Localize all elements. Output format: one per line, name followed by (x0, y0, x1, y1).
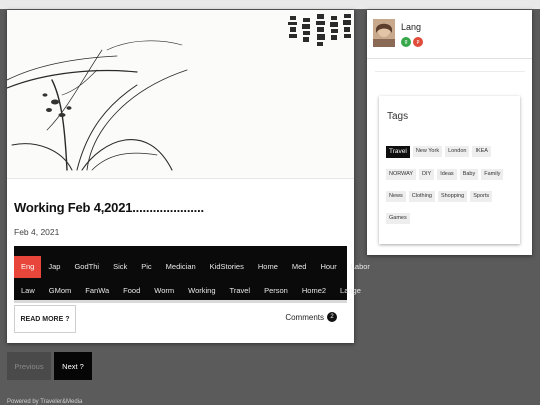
social-links: g p (401, 37, 423, 47)
category-law[interactable]: Law (14, 280, 42, 302)
sidebar-divider (367, 58, 532, 59)
category-home2[interactable]: Home2 (295, 280, 333, 302)
category-med[interactable]: Med (285, 256, 314, 278)
category-jap[interactable]: Jap (41, 256, 67, 278)
tag-sports[interactable]: Sports (470, 191, 493, 202)
category-bar-row: Eng Jap GodThi Sick Pic Medician KidStor… (14, 256, 377, 278)
hero-divider (7, 178, 354, 179)
tag-baby[interactable]: Baby (459, 169, 479, 180)
category-food[interactable]: Food (116, 280, 147, 302)
tags-widget-title: Tags (387, 111, 409, 122)
sidebar: Lang g p Tags Travel New York London IKE… (367, 10, 532, 255)
tag-ikea[interactable]: IKEA (472, 146, 491, 157)
tag-diy[interactable]: DIY (419, 169, 435, 180)
tag-new-york[interactable]: New York (412, 146, 443, 157)
tags-widget: Tags Travel New York London IKEA NORWAY … (379, 96, 520, 244)
post-card: Working Feb 4,2021..................... … (7, 10, 370, 343)
post-hero-image[interactable] (7, 10, 354, 178)
category-gmom[interactable]: GMom (42, 280, 79, 302)
category-travel[interactable]: Travel (223, 280, 258, 302)
comments-label: Comments (285, 312, 324, 322)
pinterest-icon[interactable]: p (413, 37, 423, 47)
avatar[interactable] (373, 19, 395, 47)
avatar-image (373, 19, 395, 47)
tag-ideas[interactable]: Ideas (437, 169, 457, 180)
tag-family[interactable]: Family (481, 169, 504, 180)
previous-button[interactable]: Previous (7, 352, 51, 380)
category-pic[interactable]: Pic (134, 256, 158, 278)
category-sick[interactable]: Sick (106, 256, 134, 278)
category-medician[interactable]: Medician (159, 256, 203, 278)
category-hour[interactable]: Hour (313, 256, 343, 278)
category-home[interactable]: Home (251, 256, 285, 278)
category-godthi[interactable]: GodThi (67, 256, 106, 278)
tag-games[interactable]: Games (386, 213, 410, 224)
tag-cloud: Travel New York London IKEA NORWAY DIY I… (386, 146, 516, 224)
comments-link[interactable]: Comments 2 (285, 312, 337, 322)
post-title[interactable]: Working Feb 4,2021..................... (14, 200, 204, 215)
read-more-button[interactable]: READ MORE ? (14, 305, 76, 333)
category-bar: Eng Jap GodThi Sick Pic Medician KidStor… (14, 246, 370, 303)
category-person[interactable]: Person (257, 280, 295, 302)
top-strip (0, 0, 540, 9)
ink-orchid-painting (7, 14, 351, 171)
next-button[interactable]: Next ? (54, 352, 92, 380)
tag-news[interactable]: News (386, 191, 406, 202)
category-eng[interactable]: Eng (14, 256, 42, 278)
powered-by-footer: Powered by Traveler&Media (7, 399, 83, 405)
tag-clothing[interactable]: Clothing (408, 191, 435, 202)
tag-shopping[interactable]: Shopping (437, 191, 468, 202)
tag-london[interactable]: London (445, 146, 470, 157)
comments-count-badge: 2 (327, 312, 337, 322)
category-lange[interactable]: Lange (333, 280, 368, 302)
category-fanwa[interactable]: FanWa (78, 280, 116, 302)
profile-username[interactable]: Lang (401, 22, 421, 32)
post-date: Feb 4, 2021 (14, 227, 60, 237)
tag-norway[interactable]: NORWAY (386, 169, 417, 180)
category-kidstories[interactable]: KidStories (203, 256, 251, 278)
category-working[interactable]: Working (181, 280, 222, 302)
google-plus-icon[interactable]: g (401, 37, 411, 47)
sidebar-divider (375, 71, 525, 72)
category-bar-row: Law GMom FanWa Food Worm Working Travel … (14, 280, 368, 302)
tag-travel[interactable]: Travel (386, 146, 410, 158)
category-labor[interactable]: Labor (344, 256, 377, 278)
category-worm[interactable]: Worm (147, 280, 181, 302)
category-bar-underline (14, 300, 347, 303)
